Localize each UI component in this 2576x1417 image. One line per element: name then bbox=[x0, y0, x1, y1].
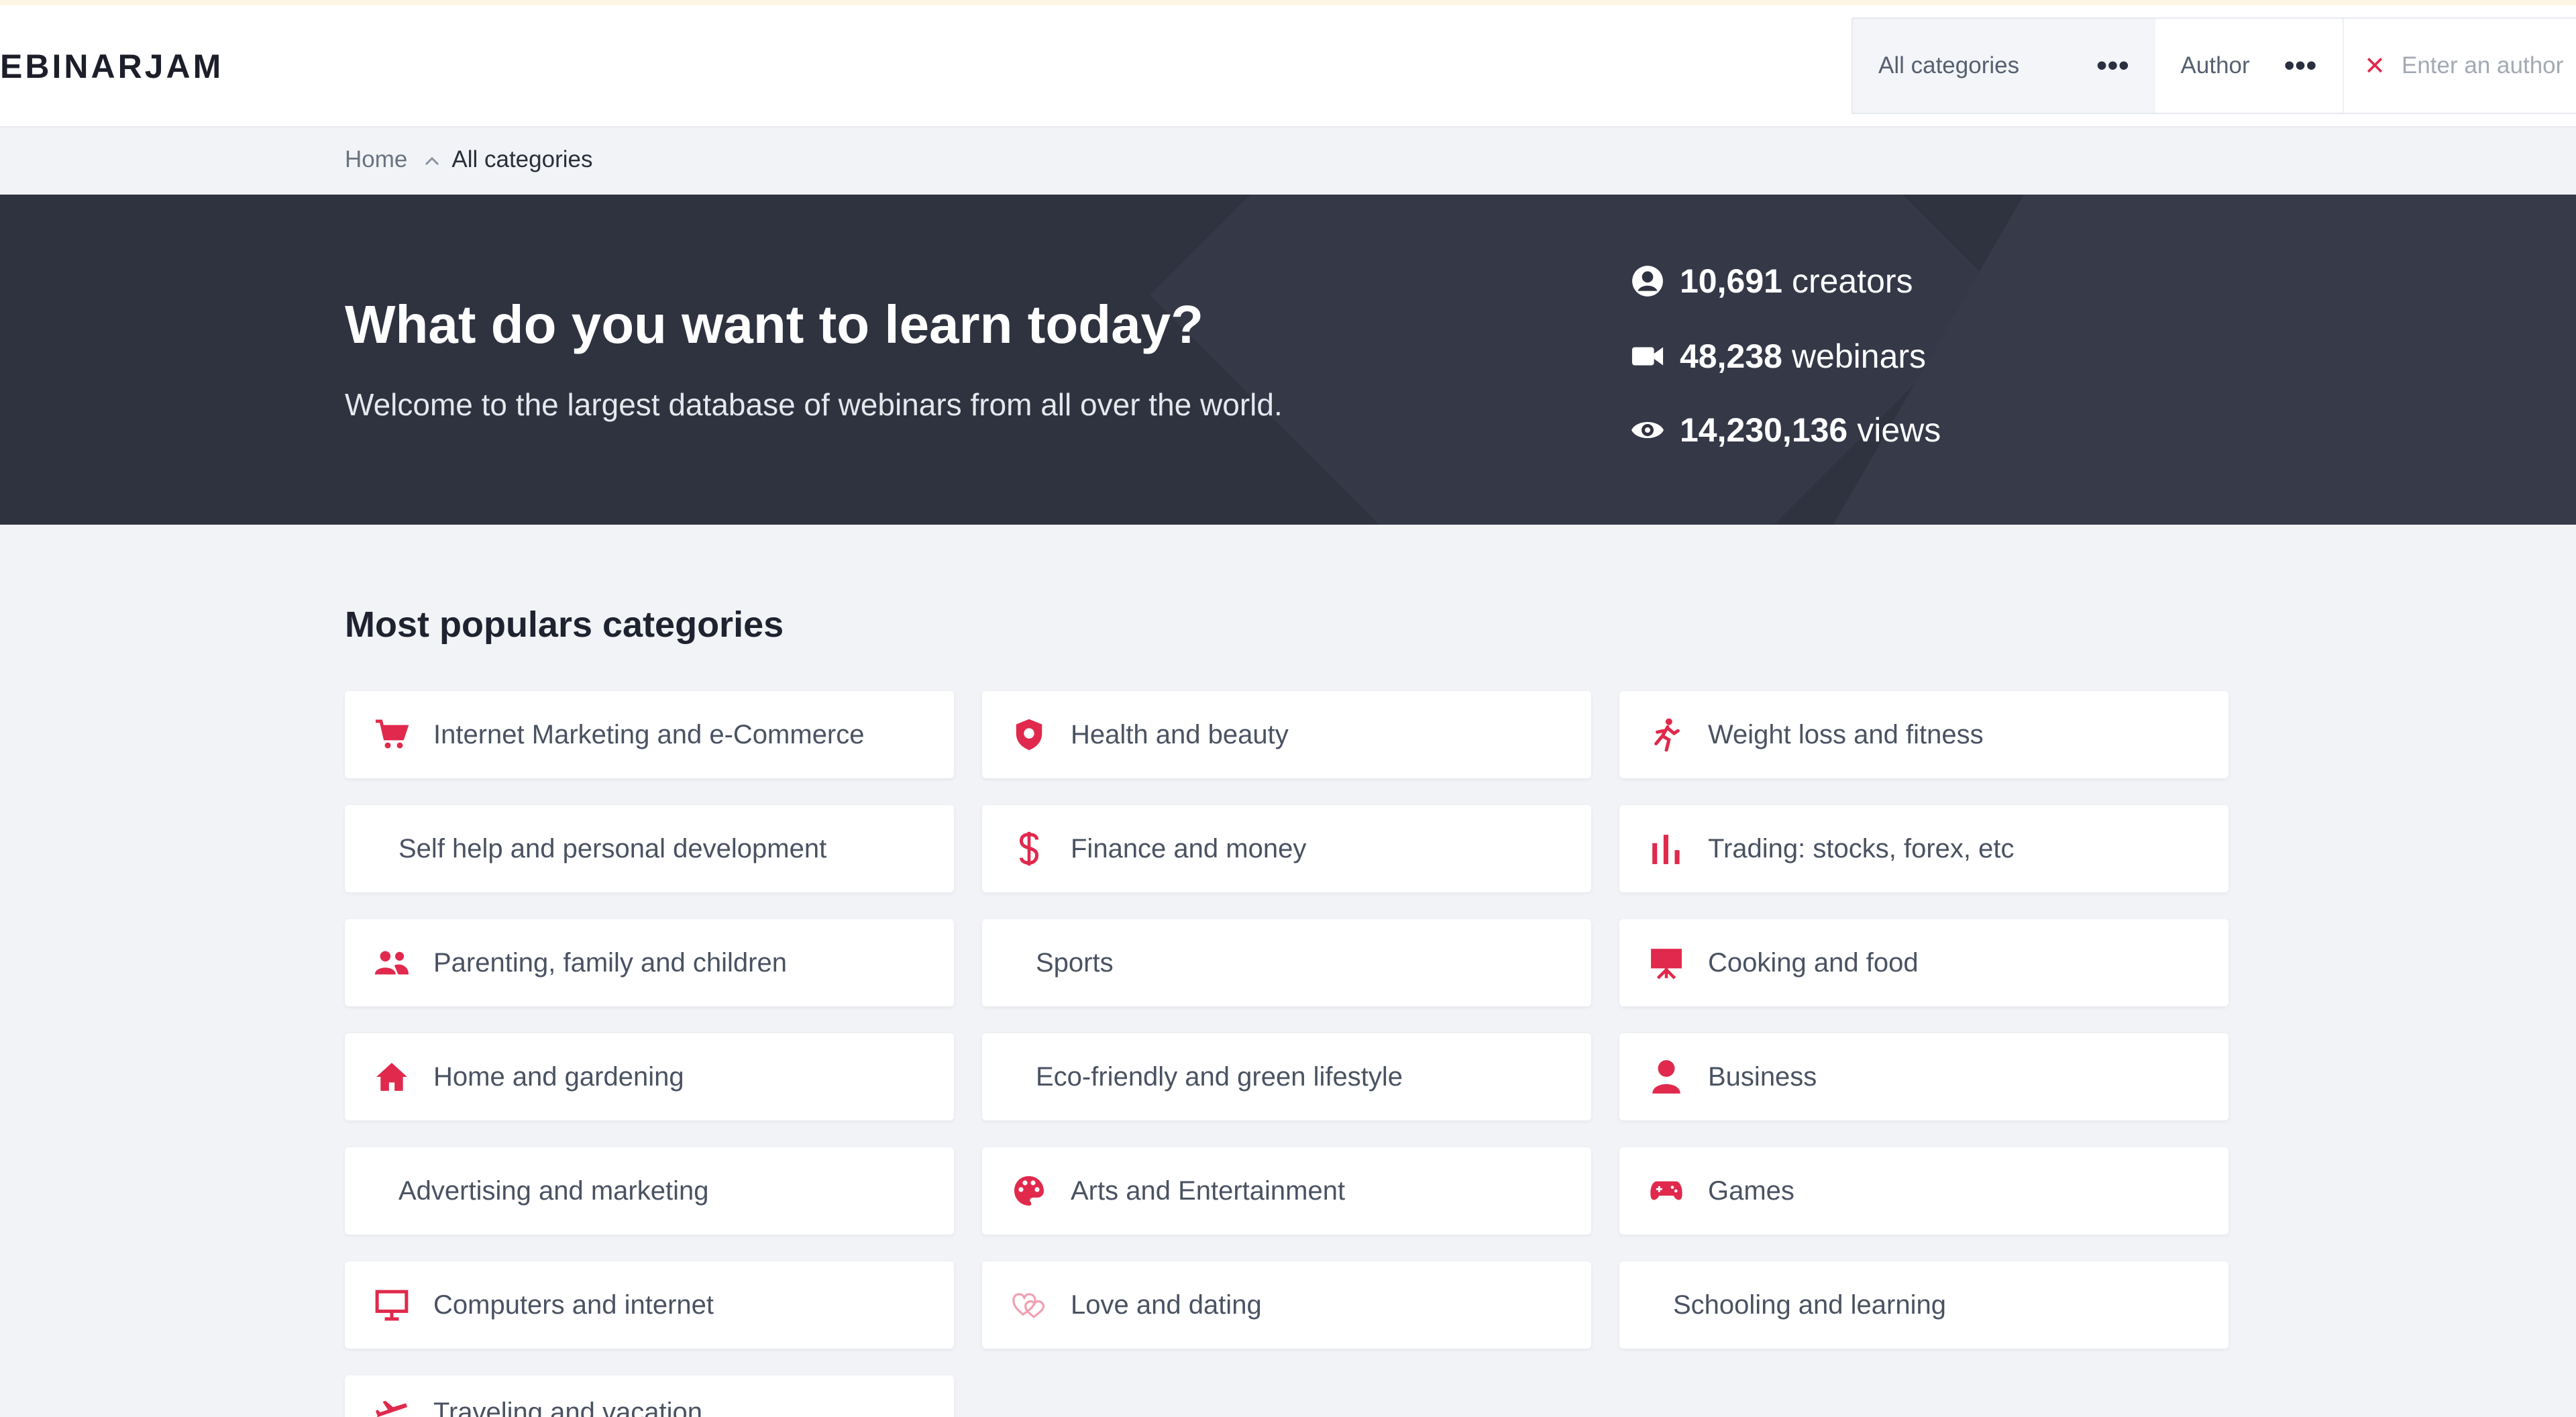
more-icon[interactable]: ••• bbox=[2096, 49, 2129, 83]
stat-label: views bbox=[1857, 411, 1941, 449]
breadcrumb: Home All categories bbox=[345, 146, 592, 173]
category-card[interactable]: Games bbox=[1619, 1147, 2229, 1235]
more-icon[interactable]: ••• bbox=[2284, 49, 2317, 83]
category-card[interactable]: Trading: stocks, forex, etc bbox=[1619, 805, 2229, 892]
person-icon bbox=[1646, 1057, 1686, 1097]
category-label: Business bbox=[1708, 1061, 1817, 1092]
category-label: Schooling and learning bbox=[1673, 1290, 1946, 1320]
running-icon bbox=[1646, 715, 1686, 755]
author-search: ✕ bbox=[2343, 19, 2576, 113]
category-label: Games bbox=[1708, 1175, 1794, 1206]
category-card[interactable]: Weight loss and fitness bbox=[1619, 691, 2229, 778]
category-card[interactable]: Arts and Entertainment bbox=[982, 1147, 1591, 1235]
hero-title: What do you want to learn today? bbox=[345, 295, 1203, 354]
eye-icon bbox=[1629, 411, 1666, 449]
stat-label: creators bbox=[1791, 262, 1913, 300]
category-card[interactable]: Home and gardening bbox=[345, 1033, 954, 1120]
category-label: Advertising and marketing bbox=[398, 1175, 709, 1206]
section-title: Most populars categories bbox=[345, 605, 784, 645]
category-card[interactable]: Eco-friendly and green lifestyle bbox=[982, 1033, 1591, 1120]
category-label: Health and beauty bbox=[1071, 719, 1289, 749]
category-label: Sports bbox=[1036, 947, 1114, 978]
category-label: Finance and money bbox=[1071, 833, 1307, 863]
category-card[interactable]: Health and beauty bbox=[982, 691, 1591, 778]
category-card[interactable]: Computers and internet bbox=[345, 1261, 954, 1349]
category-card[interactable]: Business bbox=[1619, 1033, 2229, 1120]
category-card[interactable]: Love and dating bbox=[982, 1261, 1591, 1349]
search-filters: All categories ••• Author ••• ✕ bbox=[1851, 17, 2576, 114]
clear-icon[interactable]: ✕ bbox=[2364, 51, 2385, 81]
stat-label: webinars bbox=[1791, 337, 1927, 375]
category-card[interactable]: Traveling and vacation bbox=[345, 1375, 954, 1417]
category-label: Self help and personal development bbox=[398, 833, 827, 863]
logo[interactable]: EBINARJAM bbox=[0, 47, 223, 86]
bar-chart-icon bbox=[1646, 829, 1686, 869]
cart-icon bbox=[372, 715, 412, 755]
category-label: Trading: stocks, forex, etc bbox=[1708, 833, 2015, 863]
hero-banner: What do you want to learn today? Welcome… bbox=[0, 195, 2576, 525]
stat-count: 14,230,136 bbox=[1680, 411, 1848, 449]
gamepad-icon bbox=[1646, 1171, 1686, 1211]
category-label: Love and dating bbox=[1071, 1290, 1262, 1320]
palette-icon bbox=[1009, 1171, 1049, 1211]
breadcrumb-home[interactable]: Home bbox=[345, 146, 407, 173]
user-circle-icon bbox=[1629, 262, 1666, 300]
hero-subtitle: Welcome to the largest database of webin… bbox=[345, 387, 1283, 422]
category-label: Eco-friendly and green lifestyle bbox=[1036, 1061, 1403, 1092]
author-input[interactable] bbox=[2402, 52, 2576, 79]
stat-views: 14,230,136 views bbox=[1629, 411, 1941, 450]
plane-icon bbox=[372, 1392, 412, 1417]
house-icon bbox=[372, 1057, 412, 1097]
category-grid: Internet Marketing and e-Commerce Health… bbox=[345, 691, 2229, 1417]
video-camera-icon bbox=[1629, 337, 1666, 375]
hearts-icon bbox=[1009, 1285, 1049, 1325]
category-card[interactable]: Internet Marketing and e-Commerce bbox=[345, 691, 954, 778]
category-card[interactable]: Finance and money bbox=[982, 805, 1591, 892]
dollar-icon bbox=[1009, 829, 1049, 869]
stat-count: 48,238 bbox=[1680, 337, 1782, 375]
author-filter[interactable]: Author ••• bbox=[2155, 19, 2343, 113]
site-header: EBINARJAM All categories ••• Author ••• … bbox=[0, 5, 2576, 127]
category-label: Home and gardening bbox=[433, 1061, 684, 1092]
category-filter-label: All categories bbox=[1878, 52, 2020, 78]
category-filter[interactable]: All categories ••• bbox=[1853, 19, 2155, 113]
stat-count: 10,691 bbox=[1680, 262, 1782, 300]
monitor-icon bbox=[372, 1285, 412, 1325]
category-label: Internet Marketing and e-Commerce bbox=[433, 719, 865, 749]
breadcrumb-current: All categories bbox=[451, 146, 593, 172]
category-card[interactable]: Schooling and learning bbox=[1619, 1261, 2229, 1349]
category-card[interactable]: Advertising and marketing bbox=[345, 1147, 954, 1235]
people-icon bbox=[372, 943, 412, 983]
easel-icon bbox=[1646, 943, 1686, 983]
category-label: Parenting, family and children bbox=[433, 947, 787, 978]
category-card[interactable]: Sports bbox=[982, 919, 1591, 1006]
chevron-up-icon bbox=[425, 149, 439, 170]
category-label: Weight loss and fitness bbox=[1708, 719, 1984, 749]
category-label: Cooking and food bbox=[1708, 947, 1919, 978]
stat-webinars: 48,238 webinars bbox=[1629, 337, 1926, 376]
category-card[interactable]: Parenting, family and children bbox=[345, 919, 954, 1006]
category-card[interactable]: Self help and personal development bbox=[345, 805, 954, 892]
category-card[interactable]: Cooking and food bbox=[1619, 919, 2229, 1006]
author-filter-label: Author bbox=[2180, 52, 2250, 78]
shield-icon bbox=[1009, 715, 1049, 755]
category-label: Traveling and vacation bbox=[433, 1397, 702, 1417]
category-label: Computers and internet bbox=[433, 1290, 714, 1320]
top-accent-line bbox=[0, 0, 2576, 5]
category-label: Arts and Entertainment bbox=[1071, 1175, 1346, 1206]
stat-creators: 10,691 creators bbox=[1629, 262, 1913, 301]
